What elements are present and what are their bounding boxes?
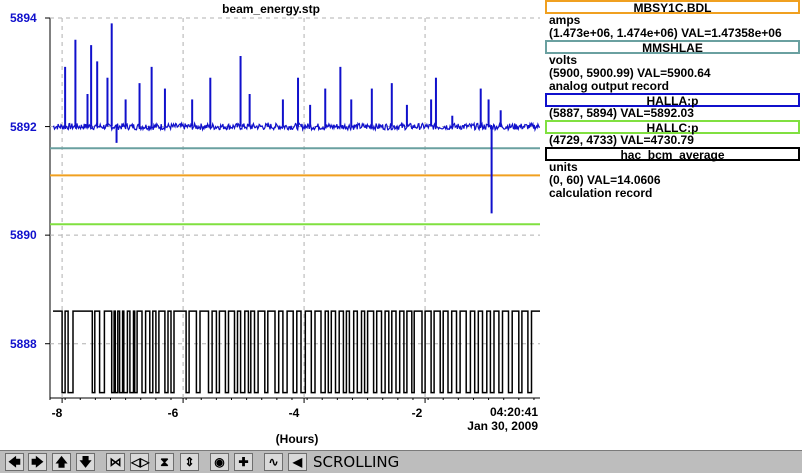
x-tick-label: -6 bbox=[167, 406, 179, 420]
toolbar: 🡄 🡆 🡅 🡇 ⋈ ◁▷ ⧗ ⇕ ◉ ✚ ∿ ◀ SCROLLING bbox=[0, 450, 802, 473]
legend-pv-info: units (0, 60) VAL=14.0606 calculation re… bbox=[545, 161, 802, 200]
legend-pv-info: volts (5900, 5900.99) VAL=5900.64 analog… bbox=[545, 54, 802, 93]
pan-down-icon[interactable]: 🡇 bbox=[76, 453, 95, 471]
stripchart-window: beam_energy.stp 5894 5892 5890 5888 -8 -… bbox=[0, 0, 802, 473]
legend-pv-mbsy1c[interactable]: MBSY1C.BDL bbox=[545, 0, 800, 15]
plot-area[interactable]: beam_energy.stp 5894 5892 5890 5888 -8 -… bbox=[0, 0, 542, 450]
x-tick-label: -8 bbox=[51, 406, 63, 420]
pv-name: hac_bcm_average bbox=[620, 148, 725, 162]
zoom-out-x-icon[interactable]: ◁▷ bbox=[130, 453, 149, 471]
pan-left-icon[interactable]: 🡄 bbox=[5, 453, 24, 471]
legend-pv-hac-bcm[interactable]: hac_bcm_average bbox=[545, 147, 800, 162]
zoom-out-y-icon[interactable]: ⇕ bbox=[180, 453, 199, 471]
scroll-mode-icon[interactable]: ∿ bbox=[264, 453, 283, 471]
pv-range: (5887, 5894) VAL=5892.03 bbox=[549, 106, 694, 120]
legend-pv-hallc[interactable]: HALLC:p bbox=[545, 120, 800, 135]
legend-pv-info: (4729, 4733) VAL=4730.79 bbox=[545, 134, 802, 147]
pv-range: (4729, 4733) VAL=4730.79 bbox=[549, 133, 694, 147]
x-tick-label: -4 bbox=[288, 406, 300, 420]
y-tick-label: 5890 bbox=[10, 228, 37, 242]
y-tick-label: 5888 bbox=[10, 337, 37, 351]
zoom-in-y-icon[interactable]: ⧗ bbox=[155, 453, 174, 471]
time-label: 04:20:41 bbox=[489, 405, 538, 419]
date-label: Jan 30, 2009 bbox=[467, 419, 538, 433]
legend-pv-halla[interactable]: HALLA:p bbox=[545, 93, 800, 108]
x-tick-label: -2 bbox=[411, 406, 423, 420]
zoom-in-x-icon[interactable]: ⋈ bbox=[106, 453, 125, 471]
legend-panel: MBSY1C.BDL amps (1.473e+06, 1.474e+06) V… bbox=[545, 0, 802, 450]
legend-pv-info: amps (1.473e+06, 1.474e+06) VAL=1.47358e… bbox=[545, 14, 802, 40]
auto-scale-icon[interactable]: ◉ bbox=[210, 453, 229, 471]
plot-canvas[interactable] bbox=[0, 0, 542, 450]
series-line-hac_bcm_average bbox=[53, 310, 540, 394]
y-tick-label: 5892 bbox=[10, 120, 37, 134]
pv-name: HALLC:p bbox=[646, 121, 699, 135]
default-scale-icon[interactable]: ✚ bbox=[234, 453, 253, 471]
scroll-back-icon[interactable]: ◀ bbox=[288, 453, 307, 471]
x-axis-label: (Hours) bbox=[275, 432, 319, 446]
pan-up-icon[interactable]: 🡅 bbox=[52, 453, 71, 471]
pv-name: MMSHLAE bbox=[642, 41, 703, 55]
time-stamp: 04:20:41 Jan 30, 2009 bbox=[466, 405, 538, 433]
status-text: SCROLLING bbox=[313, 453, 400, 471]
legend-pv-info: (5887, 5894) VAL=5892.03 bbox=[545, 107, 802, 120]
legend-pv-mmshlae[interactable]: MMSHLAE bbox=[545, 40, 800, 55]
pv-range: (1.473e+06, 1.474e+06) VAL=1.47358e+06 bbox=[549, 26, 782, 40]
y-tick-label: 5894 bbox=[10, 11, 37, 25]
pv-description: calculation record bbox=[549, 186, 653, 200]
pv-name: MBSY1C.BDL bbox=[633, 1, 712, 15]
pv-description: analog output record bbox=[549, 79, 669, 93]
pan-right-icon[interactable]: 🡆 bbox=[28, 453, 47, 471]
pv-name: HALLA:p bbox=[646, 94, 699, 108]
